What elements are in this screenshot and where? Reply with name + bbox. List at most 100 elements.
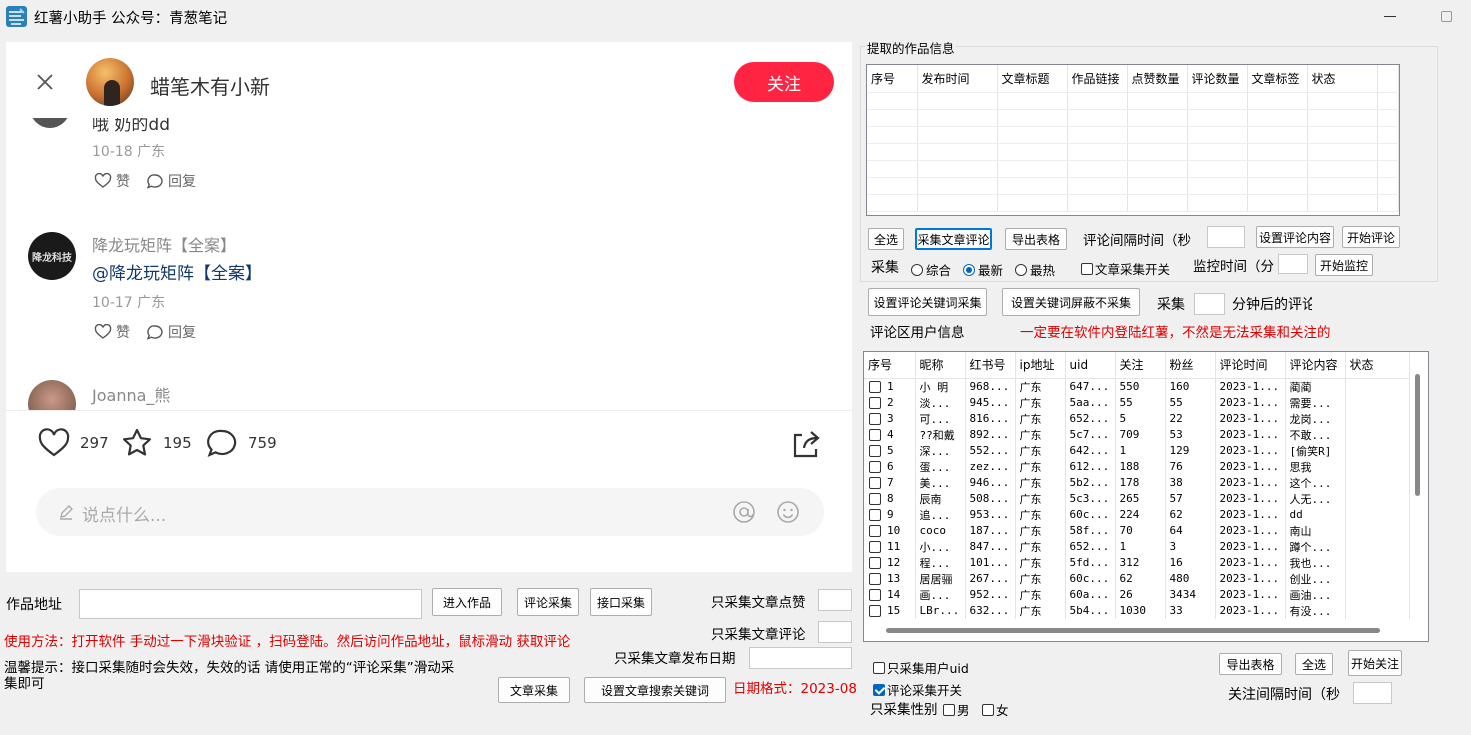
- table-row[interactable]: 1 小 明 968... 广东 647... 550 160 2023-1... 蔺蔺: [864, 378, 1410, 395]
- enter-work-button[interactable]: 进入作品: [432, 588, 502, 616]
- comments-select-all-button[interactable]: 全选: [1295, 653, 1333, 675]
- start-comment-button[interactable]: 开始评论: [1342, 226, 1400, 248]
- works-col-header[interactable]: 评论数量: [1187, 65, 1248, 93]
- close-icon[interactable]: [36, 73, 54, 95]
- only-uid-checkbox[interactable]: 只采集用户uid: [873, 658, 969, 677]
- emoji-icon[interactable]: [776, 500, 800, 524]
- table-row[interactable]: 6 蛋... zez... 广东 612... 188 76 2023-1... 思我: [864, 458, 1410, 475]
- comment-input[interactable]: 说点什么...: [36, 488, 824, 536]
- table-row[interactable]: 2 淡... 945... 广东 5aa... 55 55 2023-1... 需要...: [864, 394, 1410, 411]
- like-action[interactable]: 赞: [94, 171, 130, 191]
- only-comments-input[interactable]: [818, 621, 852, 643]
- row-checkbox[interactable]: [869, 397, 881, 409]
- comments-col-header[interactable]: 评论时间: [1215, 352, 1286, 379]
- comments-col-header[interactable]: ip地址: [1015, 352, 1066, 379]
- reply-action[interactable]: 回复: [146, 322, 196, 342]
- table-row[interactable]: 11 小... 847... 广东 652... 1 3 2023-1... 蹲个...: [864, 538, 1410, 555]
- set-comment-keyword-collect-button[interactable]: 设置评论关键词采集: [868, 288, 987, 316]
- row-checkbox[interactable]: [869, 541, 881, 553]
- table-row[interactable]: 9 追... 953... 广东 60c... 224 62 2023-1... dd: [864, 506, 1410, 523]
- row-checkbox[interactable]: [869, 413, 881, 425]
- comments-col-header[interactable]: uid: [1065, 352, 1116, 379]
- row-checkbox[interactable]: [869, 493, 881, 505]
- like-action[interactable]: 赞: [94, 322, 130, 342]
- follow-interval-input[interactable]: [1353, 682, 1392, 704]
- comments-table[interactable]: 序号 昵称 红书号 ip地址 uid 关注 粉丝 评论时间 评论内容 状态 1小 明 968... 广…: [863, 351, 1429, 642]
- comment-interval-input[interactable]: [1207, 226, 1245, 248]
- at-mention-icon[interactable]: [732, 500, 756, 524]
- radio-comprehensive[interactable]: 综合: [911, 260, 951, 279]
- only-date-input[interactable]: [749, 647, 852, 669]
- comment-button[interactable]: 759: [206, 428, 277, 458]
- minimize-icon[interactable]: [1384, 16, 1396, 17]
- works-col-header[interactable]: 文章标题: [997, 65, 1068, 93]
- horizontal-scrollbar[interactable]: [886, 628, 1380, 633]
- comment-list[interactable]: 哦 奶的dd 10-18 广东 赞 回复 降龙科技 降龙玩矩阵【全案】 @降龙玩…: [6, 118, 852, 410]
- row-checkbox[interactable]: [869, 509, 881, 521]
- url-input[interactable]: [79, 589, 422, 619]
- share-icon[interactable]: [790, 428, 822, 464]
- table-row[interactable]: 8 辰南 508... 广东 5c3... 265 57 2023-1... 人无...: [864, 490, 1410, 507]
- table-row[interactable]: 3 可... 816... 广东 652... 5 22 2023-1... 龙岗...: [864, 410, 1410, 427]
- comments-col-header[interactable]: 评论内容: [1285, 352, 1346, 379]
- commenter-name[interactable]: 降龙玩矩阵【全案】: [92, 232, 236, 256]
- api-collect-button[interactable]: 接口采集: [590, 588, 652, 616]
- comments-col-header[interactable]: 粉丝: [1165, 352, 1216, 379]
- comments-col-header[interactable]: 昵称: [915, 352, 966, 379]
- comments-col-header[interactable]: 序号: [864, 352, 916, 379]
- comments-col-header[interactable]: 状态: [1345, 352, 1410, 379]
- comment-mention[interactable]: @降龙玩矩阵【全案】: [92, 259, 262, 284]
- like-button[interactable]: 297: [38, 428, 109, 458]
- vertical-scrollbar[interactable]: [1415, 374, 1420, 496]
- row-checkbox[interactable]: [869, 381, 881, 393]
- collect-after-minutes-input[interactable]: [1194, 293, 1225, 315]
- table-row[interactable]: 15 LBr... 632... 广东 5b4... 1030 33 2023-1... 有没.…: [864, 602, 1410, 619]
- works-export-button[interactable]: 导出表格: [1005, 228, 1067, 250]
- start-monitor-button[interactable]: 开始监控: [1315, 254, 1373, 276]
- follow-button[interactable]: 关注: [734, 62, 834, 102]
- row-checkbox[interactable]: [869, 525, 881, 537]
- collect-button[interactable]: 195: [121, 427, 192, 459]
- row-checkbox[interactable]: [869, 589, 881, 601]
- comments-col-header[interactable]: 红书号: [965, 352, 1016, 379]
- comment-collect-button[interactable]: 评论采集: [517, 588, 579, 616]
- table-row[interactable]: 12 程... 101... 广东 5fd... 312 16 2023-1... 我也...: [864, 554, 1410, 571]
- row-checkbox[interactable]: [869, 605, 881, 617]
- comments-export-button[interactable]: 导出表格: [1219, 653, 1282, 675]
- works-table[interactable]: 序号 发布时间 文章标题 作品链接 点赞数量 评论数量 文章标签 状态: [866, 64, 1400, 216]
- row-checkbox[interactable]: [869, 477, 881, 489]
- male-checkbox[interactable]: 男: [943, 700, 970, 719]
- author-avatar[interactable]: [86, 58, 134, 106]
- commenter-name[interactable]: Joanna_熊: [92, 382, 170, 406]
- set-comment-content-button[interactable]: 设置评论内容: [1256, 226, 1334, 248]
- monitor-time-input[interactable]: [1278, 254, 1308, 274]
- radio-latest[interactable]: 最新: [963, 260, 1003, 279]
- table-row[interactable]: 5 深... 552... 广东 642... 1 129 2023-1... [偷笑R]: [864, 442, 1410, 459]
- works-col-header[interactable]: 发布时间: [917, 65, 998, 93]
- article-collect-switch[interactable]: 文章采集开关: [1081, 259, 1170, 278]
- table-row[interactable]: 10 coco 187... 广东 58f... 70 64 2023-1... 南山: [864, 522, 1410, 539]
- works-col-header[interactable]: 作品链接: [1067, 65, 1128, 93]
- female-checkbox[interactable]: 女: [982, 700, 1009, 719]
- collect-article-comments-button[interactable]: 采集文章评论: [915, 228, 992, 250]
- row-checkbox[interactable]: [869, 573, 881, 585]
- works-col-header[interactable]: 序号: [867, 65, 918, 93]
- comment-collect-switch[interactable]: 评论采集开关: [873, 680, 962, 699]
- article-collect-button[interactable]: 文章采集: [498, 677, 570, 703]
- works-col-header[interactable]: 状态: [1307, 65, 1378, 93]
- maximize-icon[interactable]: [1441, 11, 1452, 22]
- works-col-header[interactable]: 文章标签: [1247, 65, 1308, 93]
- author-name[interactable]: 蜡笔木有小新: [150, 71, 270, 100]
- set-keyword-block-button[interactable]: 设置关键词屏蔽不采集: [1002, 288, 1140, 316]
- comments-col-header[interactable]: 关注: [1115, 352, 1166, 379]
- table-row[interactable]: 4 ??和戴 892... 广东 5c7... 709 53 2023-1... 不敢...: [864, 426, 1410, 443]
- row-checkbox[interactable]: [869, 461, 881, 473]
- row-checkbox[interactable]: [869, 557, 881, 569]
- table-row[interactable]: 13 居居骊 267... 广东 60c... 62 480 2023-1... 创业...: [864, 570, 1410, 587]
- row-checkbox[interactable]: [869, 445, 881, 457]
- works-col-header[interactable]: 点赞数量: [1127, 65, 1188, 93]
- works-select-all-button[interactable]: 全选: [868, 228, 904, 250]
- row-checkbox[interactable]: [869, 429, 881, 441]
- only-likes-input[interactable]: [818, 589, 852, 611]
- table-row[interactable]: 14 画... 952... 广东 60a... 26 3434 2023-1... 画油...: [864, 586, 1410, 603]
